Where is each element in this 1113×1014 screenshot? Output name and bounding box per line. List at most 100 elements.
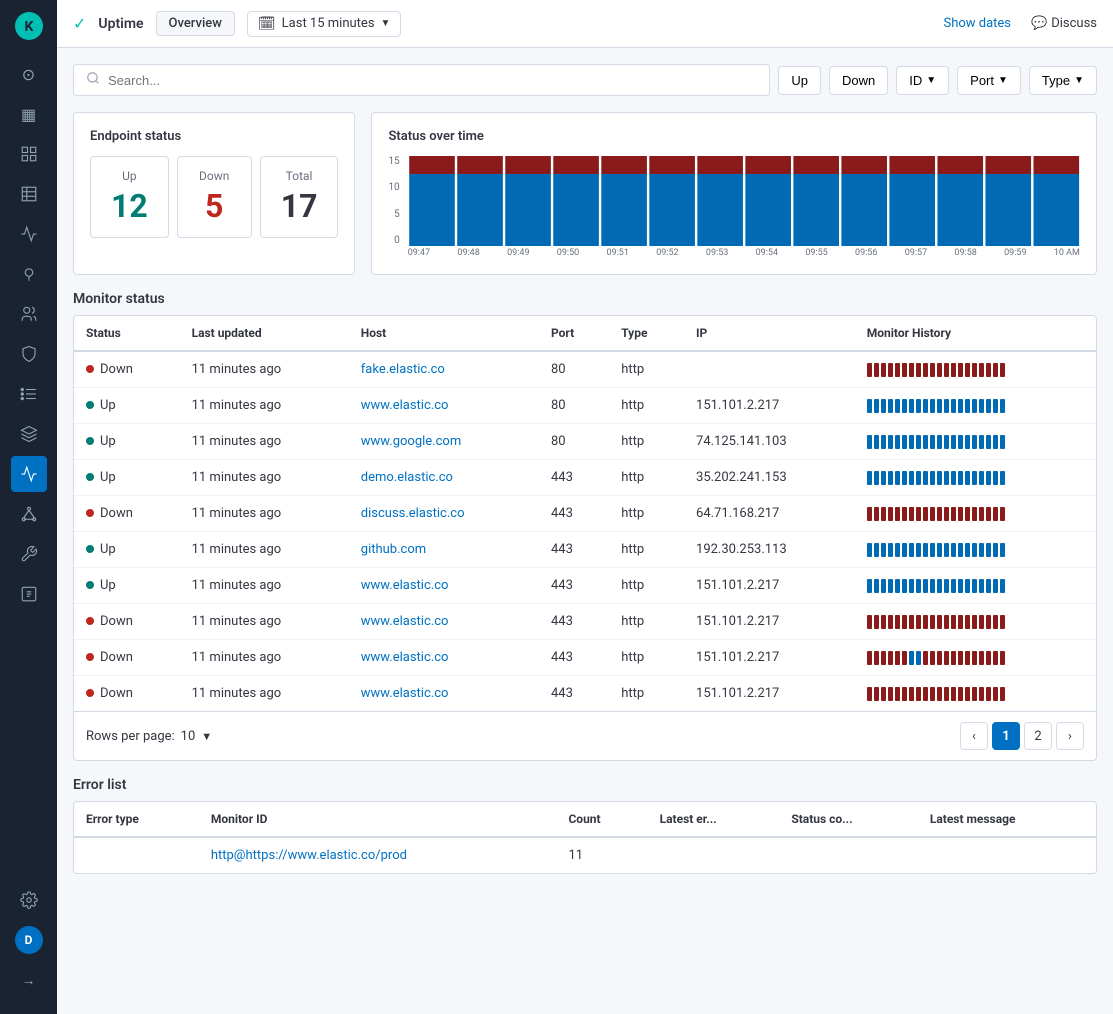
settings-icon[interactable]: [11, 882, 47, 918]
cell-last-updated: 11 minutes ago: [180, 568, 349, 604]
cell-type: http: [609, 496, 684, 532]
history-bar: [1000, 651, 1005, 665]
cell-type: http: [609, 351, 684, 388]
arrow-right-icon[interactable]: →: [11, 962, 47, 998]
history-bar: [888, 435, 893, 449]
host-link[interactable]: discuss.elastic.co: [361, 506, 465, 521]
history-bar: [986, 399, 991, 413]
uptime-icon[interactable]: [11, 456, 47, 492]
table-icon[interactable]: [11, 176, 47, 212]
people-icon[interactable]: [11, 296, 47, 332]
cell-host[interactable]: fake.elastic.co: [349, 351, 539, 388]
cell-host[interactable]: www.google.com: [349, 424, 539, 460]
history-bar: [923, 507, 928, 521]
history-bar: [944, 651, 949, 665]
history-bar: [979, 507, 984, 521]
cell-ip: 151.101.2.217: [684, 640, 855, 676]
list-icon[interactable]: [11, 376, 47, 412]
pin-icon[interactable]: [11, 256, 47, 292]
prev-page-button[interactable]: ‹: [960, 722, 988, 750]
history-bar: [888, 687, 893, 701]
host-link[interactable]: demo.elastic.co: [361, 470, 453, 485]
status-dot: [86, 581, 94, 589]
cell-host[interactable]: www.elastic.co: [349, 568, 539, 604]
host-link[interactable]: www.elastic.co: [361, 578, 449, 593]
history-bar: [916, 615, 921, 629]
history-bar: [909, 543, 914, 557]
time-range-selector[interactable]: 🗓 Last 15 minutes ▼: [247, 11, 402, 37]
nodes-icon[interactable]: [11, 496, 47, 532]
chart-icon[interactable]: [11, 216, 47, 252]
cell-history: [855, 604, 1096, 640]
history-bar: [902, 363, 907, 377]
cell-host[interactable]: demo.elastic.co: [349, 460, 539, 496]
host-link[interactable]: www.elastic.co: [361, 614, 449, 629]
home-icon[interactable]: ⊙: [11, 56, 47, 92]
shield-icon[interactable]: [11, 336, 47, 372]
cell-host[interactable]: www.elastic.co: [349, 676, 539, 712]
monitor-id-link[interactable]: http@https://www.elastic.co/prod: [211, 848, 407, 863]
next-page-button[interactable]: ›: [1056, 722, 1084, 750]
ml-icon[interactable]: [11, 576, 47, 612]
topbar: ✓ Uptime Overview 🗓 Last 15 minutes ▼ Sh…: [57, 0, 1113, 48]
cell-ip: 74.125.141.103: [684, 424, 855, 460]
host-link[interactable]: www.elastic.co: [361, 686, 449, 701]
filter-down-button[interactable]: Down: [829, 66, 888, 95]
history-bar: [916, 579, 921, 593]
cell-host[interactable]: discuss.elastic.co: [349, 496, 539, 532]
host-link[interactable]: www.elastic.co: [361, 650, 449, 665]
history-bar: [895, 435, 900, 449]
page-2-button[interactable]: 2: [1024, 722, 1052, 750]
cell-status: Up: [74, 568, 180, 604]
cell-type: http: [609, 604, 684, 640]
history-bar: [867, 435, 872, 449]
rows-per-page-dropdown-icon[interactable]: ▼: [201, 730, 212, 743]
host-link[interactable]: www.google.com: [361, 434, 461, 449]
history-bar: [888, 363, 893, 377]
history-bar: [965, 471, 970, 485]
history-bar: [937, 651, 942, 665]
history-bar: [979, 687, 984, 701]
host-link[interactable]: www.elastic.co: [361, 398, 449, 413]
stack-icon[interactable]: [11, 416, 47, 452]
cell-ip: 35.202.241.153: [684, 460, 855, 496]
filter-port-button[interactable]: Port ▼: [957, 66, 1021, 95]
cell-type: http: [609, 532, 684, 568]
history-bar: [895, 399, 900, 413]
filter-id-button[interactable]: ID ▼: [896, 66, 949, 95]
history-bar: [958, 651, 963, 665]
filter-type-button[interactable]: Type ▼: [1029, 66, 1097, 95]
total-value: 17: [281, 187, 318, 225]
user-avatar[interactable]: D: [15, 926, 43, 954]
x-label-0956: 09:56: [855, 248, 877, 258]
layers-icon[interactable]: [11, 136, 47, 172]
host-link[interactable]: fake.elastic.co: [361, 362, 445, 377]
host-link[interactable]: github.com: [361, 542, 426, 557]
chart-title: Status over time: [388, 129, 1080, 144]
history-bar: [951, 543, 956, 557]
cell-host[interactable]: www.elastic.co: [349, 640, 539, 676]
dashboard-icon[interactable]: ▦: [11, 96, 47, 132]
history-bar: [944, 399, 949, 413]
wrench-icon[interactable]: [11, 536, 47, 572]
show-dates-button[interactable]: Show dates: [943, 16, 1011, 31]
endpoint-metrics: Up 12 Down 5 Total 17: [90, 156, 338, 238]
cell-host[interactable]: github.com: [349, 532, 539, 568]
discuss-button[interactable]: 💬 Discuss: [1031, 16, 1097, 31]
logo[interactable]: K: [11, 8, 47, 44]
history-bar: [881, 399, 886, 413]
monitor-status-section: Monitor status Status Last updated Host …: [73, 291, 1097, 761]
history-bar: [972, 579, 977, 593]
cell-host[interactable]: www.elastic.co: [349, 388, 539, 424]
history-bar: [874, 615, 879, 629]
tab-overview[interactable]: Overview: [156, 11, 235, 36]
search-input[interactable]: [108, 73, 757, 88]
history-bar: [874, 471, 879, 485]
cell-port: 80: [539, 424, 609, 460]
search-bar[interactable]: [73, 64, 770, 96]
cell-monitor-id[interactable]: http@https://www.elastic.co/prod: [199, 837, 557, 873]
cell-host[interactable]: www.elastic.co: [349, 604, 539, 640]
cell-history: [855, 676, 1096, 712]
filter-up-button[interactable]: Up: [778, 66, 821, 95]
page-1-button[interactable]: 1: [992, 722, 1020, 750]
